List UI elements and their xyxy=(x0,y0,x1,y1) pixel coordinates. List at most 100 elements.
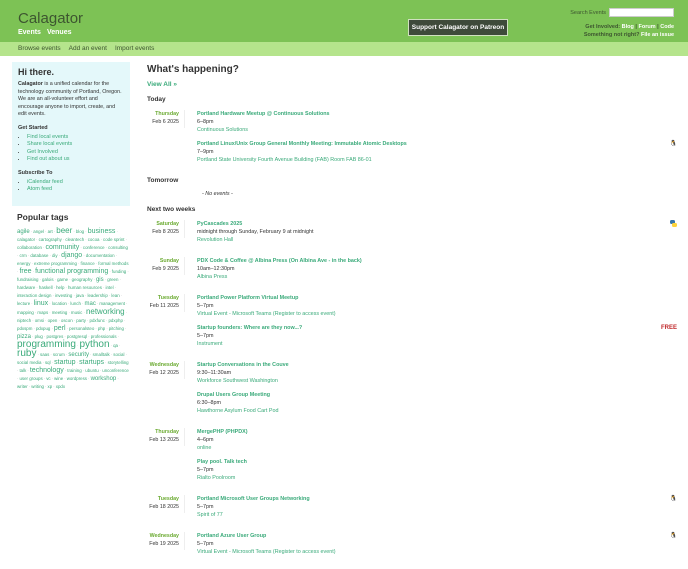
tag-link[interactable]: geography xyxy=(72,277,93,282)
tag-link[interactable]: xpdx xyxy=(56,384,65,389)
event-title-link[interactable]: Startup Conversations in the Couve xyxy=(197,362,289,368)
event-title-link[interactable]: Startup founders: Where are they now...? xyxy=(197,325,302,331)
tag-link[interactable]: user groups xyxy=(19,376,42,381)
event-venue-link[interactable]: Workforce Southwest Washington xyxy=(197,378,278,384)
event-title-link[interactable]: Portland Microsoft User Groups Networkin… xyxy=(197,496,310,502)
tag-link[interactable]: angel xyxy=(33,229,44,234)
tag-link[interactable]: community xyxy=(45,244,79,251)
tag-link[interactable]: meeting xyxy=(52,310,68,315)
tag-link[interactable]: intel xyxy=(105,285,113,290)
search-input[interactable] xyxy=(609,8,674,17)
tag-link[interactable]: interaction design xyxy=(17,293,51,298)
tag-link[interactable]: green xyxy=(107,277,118,282)
tag-link[interactable]: cocoa xyxy=(88,237,100,242)
event-venue-link[interactable]: online xyxy=(197,445,211,451)
tag-link[interactable]: security xyxy=(68,352,89,358)
tag-link[interactable]: lecture xyxy=(17,301,30,306)
tag-link[interactable]: personalsteo xyxy=(69,326,94,331)
tag-link[interactable]: open xyxy=(48,318,58,323)
event-venue-link[interactable]: Hawthorne Asylum Food Cart Pod xyxy=(197,408,279,414)
tag-link[interactable]: cleantech xyxy=(65,237,84,242)
tag-link[interactable]: functional programming xyxy=(35,268,108,275)
patreon-button[interactable]: Support Calagator on Patreon xyxy=(408,19,508,36)
tag-link[interactable]: documentation xyxy=(86,253,115,258)
tag-link[interactable]: startup xyxy=(54,359,75,366)
event-venue-link[interactable]: Continuous Solutions xyxy=(197,127,248,133)
tag-link[interactable]: conference xyxy=(83,245,105,250)
tag-link[interactable]: java xyxy=(76,293,84,298)
event-title-link[interactable]: PyCascades 2025 xyxy=(197,221,242,227)
tag-link[interactable]: funding xyxy=(112,269,126,274)
code-link[interactable]: Code xyxy=(660,24,674,30)
tag-link[interactable]: management xyxy=(99,301,125,306)
nav-venues[interactable]: Venues xyxy=(47,29,72,36)
tag-link[interactable]: leadership xyxy=(88,293,108,298)
tag-link[interactable]: pdxspm xyxy=(17,326,32,331)
about-link[interactable]: Find out about us xyxy=(27,156,70,162)
import-events-link[interactable]: Import events xyxy=(115,45,154,52)
tag-link[interactable]: technology xyxy=(30,367,64,374)
tag-link[interactable]: python xyxy=(79,339,109,350)
tag-link[interactable]: hardware xyxy=(17,285,35,290)
tag-link[interactable]: business xyxy=(88,228,116,235)
tag-link[interactable]: blog xyxy=(76,229,84,234)
tag-link[interactable]: ruby xyxy=(17,348,36,359)
tag-link[interactable]: code sprint xyxy=(103,237,124,242)
tag-link[interactable]: calagator xyxy=(17,237,35,242)
tag-link[interactable]: social media xyxy=(17,360,41,365)
forum-link[interactable]: Forum xyxy=(639,24,656,30)
tag-link[interactable]: gis xyxy=(96,277,104,283)
tag-link[interactable]: pdxphp xyxy=(108,318,122,323)
nav-events[interactable]: Events xyxy=(18,29,41,36)
file-issue-link[interactable]: File an issue xyxy=(641,32,674,38)
event-venue-link[interactable]: Virtual Event - Microsoft Teams (Registe… xyxy=(197,311,336,317)
view-all-link[interactable]: View All » xyxy=(147,81,677,88)
find-events-link[interactable]: Find local events xyxy=(27,134,68,140)
event-title-link[interactable]: Portland Azure User Group xyxy=(197,533,266,539)
tag-link[interactable]: game xyxy=(57,277,68,282)
tag-link[interactable]: storytelling xyxy=(108,360,129,365)
event-venue-link[interactable]: Portland State University Fourth Avenue … xyxy=(197,157,372,163)
tag-link[interactable]: extreme programming xyxy=(34,261,77,266)
event-title-link[interactable]: Portland Hardware Meetup @ Continuous So… xyxy=(197,111,330,117)
tag-link[interactable]: social xyxy=(113,352,124,357)
tag-link[interactable]: maps xyxy=(37,310,48,315)
tag-link[interactable]: pitching xyxy=(109,326,124,331)
tag-link[interactable]: consulting xyxy=(108,245,128,250)
tag-link[interactable]: formal methods xyxy=(98,261,128,266)
tag-link[interactable]: agile xyxy=(17,229,30,235)
tag-link[interactable]: smalltalk xyxy=(93,352,110,357)
tag-link[interactable]: wine xyxy=(54,376,63,381)
get-involved-link[interactable]: Get Involved xyxy=(27,149,58,155)
tag-link[interactable]: galois xyxy=(42,277,53,282)
logo[interactable]: Calagator xyxy=(18,10,83,27)
tag-link[interactable]: database xyxy=(30,253,48,258)
tag-link[interactable]: perl xyxy=(54,325,66,332)
tag-link[interactable]: django xyxy=(61,252,82,259)
event-title-link[interactable]: Drupal Users Group Meeting xyxy=(197,392,270,398)
event-venue-link[interactable]: Revolution Hall xyxy=(197,237,233,243)
tag-link[interactable]: haskell xyxy=(39,285,53,290)
event-title-link[interactable]: Portland Power Platform Virtual Meetup xyxy=(197,295,298,301)
tag-link[interactable]: oscon xyxy=(61,318,73,323)
event-title-link[interactable]: MergePHP (PHPDX) xyxy=(197,429,248,435)
tag-link[interactable]: unconference xyxy=(102,368,129,373)
tag-link[interactable]: niptech xyxy=(17,318,31,323)
tag-link[interactable]: scrum xyxy=(53,352,65,357)
event-venue-link[interactable]: Rialto Poolroom xyxy=(197,475,235,481)
tag-link[interactable]: crm xyxy=(19,253,26,258)
blog-link[interactable]: Blog xyxy=(622,24,634,30)
tag-link[interactable]: location xyxy=(52,301,67,306)
tag-link[interactable]: training xyxy=(67,368,81,373)
tag-link[interactable]: beer xyxy=(56,226,72,235)
event-venue-link[interactable]: Virtual Event - Microsoft Teams (Registe… xyxy=(197,549,336,555)
tag-link[interactable]: ubuntu xyxy=(85,368,98,373)
tag-link[interactable]: mapping xyxy=(17,310,34,315)
add-event-link[interactable]: Add an event xyxy=(69,45,107,52)
tag-link[interactable]: networking xyxy=(86,307,125,316)
tag-link[interactable]: pdxfunc xyxy=(90,318,105,323)
event-venue-link[interactable]: Spirit of 77 xyxy=(197,512,223,518)
tag-link[interactable]: wordpress xyxy=(67,376,87,381)
tag-link[interactable]: investing xyxy=(55,293,72,298)
icalendar-link[interactable]: iCalendar feed xyxy=(27,179,63,185)
